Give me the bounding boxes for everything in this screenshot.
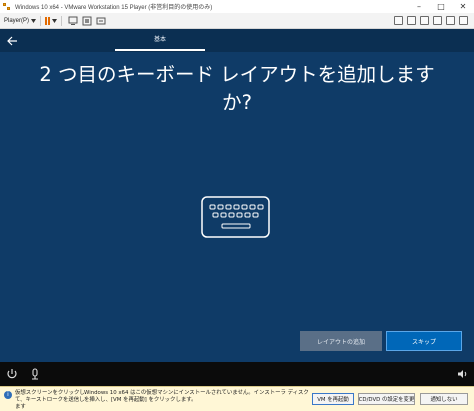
- window-title: Windows 10 x64 - VMware Workstation 15 P…: [15, 5, 213, 11]
- chevron-down-icon: [31, 18, 37, 23]
- vm-settings-icon[interactable]: [68, 16, 78, 26]
- notification-bar: i 仮想スクリーンをクリックして、キーストロークを送信します Windows 1…: [0, 386, 474, 411]
- setup-header: [0, 29, 474, 52]
- info-icon: i: [4, 391, 12, 399]
- send-ctrl-alt-del-icon[interactable]: [82, 16, 92, 26]
- page-title: 2 つ目のキーボード レイアウトを追加します か?: [0, 61, 474, 117]
- do-not-notify-button[interactable]: 通知しない: [420, 393, 468, 405]
- chevron-down-icon[interactable]: [52, 18, 58, 23]
- toolbar-divider: [61, 15, 63, 26]
- notification-message: Windows 10 x64 はこの仮想マシンにインストールされていません。イン…: [84, 390, 309, 403]
- ease-of-access-icon[interactable]: [6, 368, 18, 380]
- pause-icon[interactable]: [45, 16, 51, 25]
- player-toolbar: Player(P): [0, 13, 474, 29]
- click-hint-text: 仮想スクリーンをクリックして、キーストロークを送信します: [15, 390, 85, 410]
- page-title-line-2: か?: [222, 91, 252, 114]
- device-usb-icon[interactable]: [433, 16, 442, 25]
- page-title-line-1: 2 つ目のキーボード レイアウトを追加します: [39, 63, 435, 86]
- back-arrow-icon[interactable]: [6, 35, 18, 47]
- tab-underline: [115, 49, 205, 51]
- skip-button[interactable]: スキップ: [386, 331, 462, 351]
- add-layout-button[interactable]: レイアウトの追加: [300, 331, 382, 351]
- device-printer-icon[interactable]: [394, 16, 403, 25]
- fit-window-icon[interactable]: [96, 16, 106, 26]
- volume-icon[interactable]: [456, 368, 468, 380]
- player-menu[interactable]: Player(P): [4, 17, 37, 24]
- keyboard-icon: [201, 196, 270, 238]
- change-cddvd-settings-button[interactable]: CD/DVD の設定を変更: [358, 393, 415, 405]
- toolbar-divider: [40, 15, 42, 26]
- minimize-button[interactable]: –: [408, 0, 430, 13]
- tab-basic: 基本: [153, 36, 166, 43]
- device-network-icon[interactable]: [407, 16, 416, 25]
- vmware-logo-icon: [3, 2, 11, 11]
- microphone-icon[interactable]: [29, 368, 41, 380]
- player-menu-label: Player(P): [4, 17, 30, 24]
- device-display-icon[interactable]: [459, 16, 468, 25]
- device-cd-icon[interactable]: [420, 16, 429, 25]
- title-bar: Windows 10 x64 - VMware Workstation 15 P…: [0, 0, 474, 13]
- close-button[interactable]: ✕: [452, 0, 474, 13]
- device-sound-icon[interactable]: [446, 16, 455, 25]
- maximize-button[interactable]: □: [430, 0, 452, 13]
- vm-setup-footer: [0, 362, 474, 386]
- vm-screen[interactable]: 基本 2 つ目のキーボード レイアウトを追加します か? レイアウトの追加 スキ…: [0, 29, 474, 362]
- restart-vm-button[interactable]: VM を再起動: [312, 393, 354, 405]
